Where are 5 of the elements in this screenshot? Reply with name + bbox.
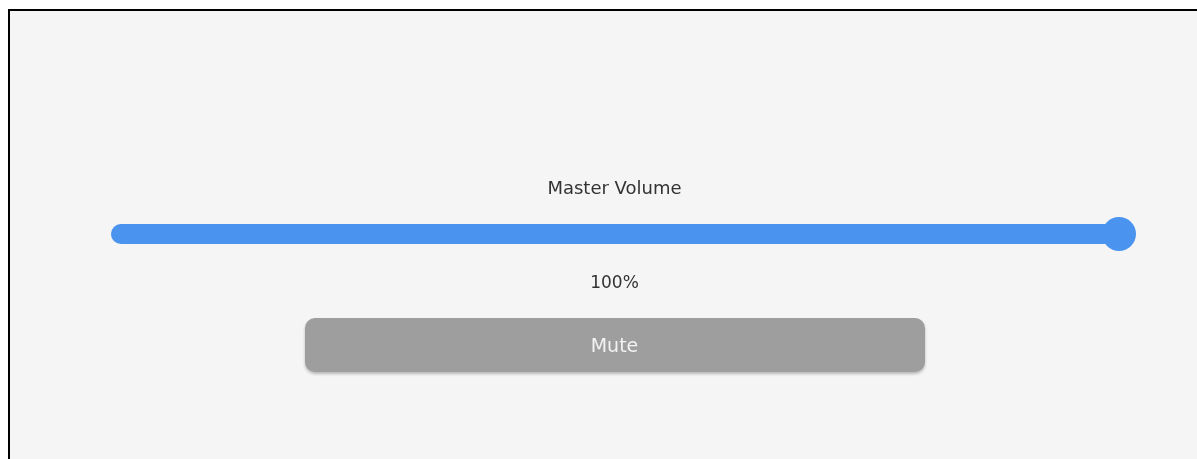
volume-label: Master Volume <box>547 176 682 200</box>
volume-slider[interactable] <box>111 217 1136 251</box>
mute-button[interactable]: Mute <box>304 318 925 372</box>
volume-reading: 100% <box>590 271 639 294</box>
slider-thumb[interactable] <box>1102 217 1136 251</box>
